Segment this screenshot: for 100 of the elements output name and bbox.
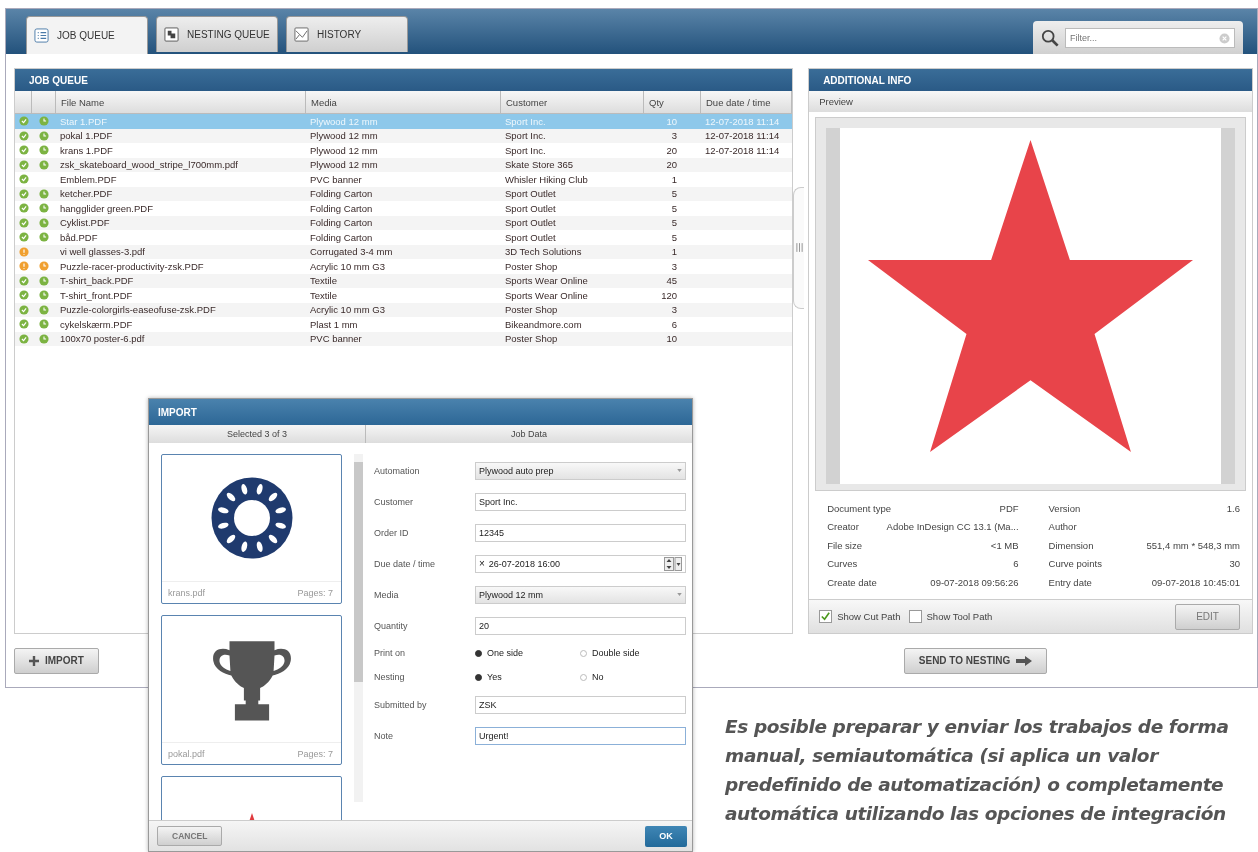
checkbox[interactable]	[908, 610, 922, 623]
table-cell-text: 3	[670, 260, 678, 272]
date-time-field[interactable]: × 26-07-2018 16:00	[475, 554, 686, 573]
radio-label: One side	[487, 648, 524, 658]
info-label: Dimension	[1048, 539, 1094, 551]
table-cell-text: Sport Outlet	[504, 217, 556, 229]
table-cell-text: PVC banner	[309, 173, 362, 185]
field-label: Order ID	[374, 527, 410, 538]
table-cell-text: Folding Carton	[309, 202, 373, 214]
column-header[interactable]: Due date / time	[701, 91, 793, 113]
table-cell-text: Plywood 12 mm	[309, 115, 378, 127]
table-cell-text: Sport Inc.	[504, 144, 546, 156]
radio-label: Double side	[592, 648, 640, 658]
field-label: Print on	[374, 648, 407, 658]
tab[interactable]: JOB QUEUE	[26, 16, 148, 54]
table-cell-text: 1	[670, 173, 678, 185]
table-cell-text: båd.PDF	[59, 231, 98, 243]
info-label: Curve points	[1048, 558, 1102, 570]
table-cell-text: Cyklist.PDF	[59, 217, 110, 229]
table-cell-text: 3	[670, 130, 678, 142]
checkbox[interactable]	[819, 610, 833, 623]
field-label: Due date / time	[374, 558, 437, 569]
table-cell-text: Folding Carton	[309, 217, 373, 229]
info-value: 551,4 mm * 548,3 mm	[1146, 539, 1240, 551]
table-cell-text: Textile	[309, 289, 337, 301]
dialog-title: IMPORT	[149, 399, 692, 425]
radio-button[interactable]	[475, 649, 482, 657]
ok-button[interactable]: OK	[645, 825, 687, 847]
radio-button[interactable]	[475, 673, 482, 681]
table-cell-text: 3D Tech Solutions	[504, 246, 582, 258]
table-cell-text: Star 1.PDF	[59, 115, 107, 127]
grip-icon[interactable]	[795, 243, 803, 252]
info-label: Document type	[827, 502, 892, 514]
info-label: Author	[1048, 521, 1077, 533]
input-field[interactable]: ZSK	[475, 695, 686, 714]
table-cell-text: 120	[660, 289, 678, 301]
table-cell-text: Sport Inc.	[504, 115, 546, 127]
table-cell-text: zsk_skateboard_wood_stripe_l700mm.pdf	[59, 159, 238, 171]
table-cell-text: Poster Shop	[504, 304, 558, 316]
column-header[interactable]: File Name	[56, 91, 306, 113]
section-label: Preview	[809, 91, 1252, 112]
table-cell-text: 6	[670, 318, 678, 330]
table-cell-text: Sports Wear Online	[504, 289, 588, 301]
table-cell-text: Whisler Hiking Club	[504, 173, 588, 185]
table-cell-text: krans 1.PDF	[59, 144, 113, 156]
table-cell-text: 12-07-2018 11:14	[704, 130, 780, 142]
table-cell-text: T-shirt_back.PDF	[59, 275, 134, 287]
info-value: 30	[1229, 558, 1240, 570]
field-label: Automation	[374, 465, 421, 476]
info-value: 09-07-2018 10:45:01	[1151, 576, 1240, 588]
table-cell-text: Poster Shop	[504, 260, 558, 272]
tab[interactable]: NESTING QUEUE	[156, 16, 278, 52]
info-label: Creator	[827, 521, 859, 533]
table-cell-text: Corrugated 3-4 mm	[309, 246, 393, 258]
table-cell-text: vi well glasses-3.pdf	[59, 246, 145, 258]
table-cell-text: Sport Outlet	[504, 188, 556, 200]
field-label: Quantity	[374, 620, 409, 631]
checkbox-label: Show Cut Path	[837, 611, 901, 622]
table-cell-text: 20	[665, 144, 678, 156]
caret-icon	[677, 593, 682, 596]
send-to-nesting-button[interactable]: SEND TO NESTING	[903, 647, 1048, 674]
file-name: pokal.pdf	[168, 748, 205, 759]
table-cell-text: Sport Outlet	[504, 231, 556, 243]
table-cell-text: Bikeandmore.com	[504, 318, 582, 330]
table-cell-text: hangglider green.PDF	[59, 202, 153, 214]
table-cell-text: 5	[670, 217, 678, 229]
tab[interactable]: HISTORY	[286, 16, 408, 52]
column-header: Selected 3 of 3	[149, 425, 366, 443]
dropdown[interactable]: Plywood auto prep	[475, 461, 686, 480]
table-cell-text: Puzzle-colorgirls-easeofuse-zsk.PDF	[59, 304, 216, 316]
info-label: File size	[827, 539, 862, 551]
import-button[interactable]: IMPORT	[14, 647, 99, 674]
field-label: Customer	[374, 496, 414, 507]
input-field[interactable]: Urgent!	[475, 726, 686, 745]
clear-icon[interactable]	[1219, 32, 1230, 44]
table-cell-text: Folding Carton	[309, 231, 373, 243]
column-header: Job Data	[510, 428, 548, 441]
table-cell-text: 45	[665, 275, 678, 287]
table-cell-text: Textile	[309, 275, 337, 287]
splitter-handle[interactable]	[793, 186, 805, 309]
dropdown[interactable]: Plywood 12 mm	[475, 585, 686, 604]
table-cell-text: Sport Outlet	[504, 202, 556, 214]
scrollbar[interactable]	[354, 454, 363, 802]
input-field[interactable]: 12345	[475, 523, 686, 542]
edit-button[interactable]: EDIT	[1175, 603, 1240, 630]
table-cell-text: ketcher.PDF	[59, 188, 113, 200]
input-field[interactable]: 20	[475, 616, 686, 635]
spinner-icon	[664, 556, 682, 571]
input-field[interactable]: Sport Inc.	[475, 492, 686, 511]
puzzle-icon	[164, 27, 179, 42]
table-cell-text: 3	[670, 304, 678, 316]
filter-field[interactable]: Filter...	[1065, 27, 1235, 48]
column-header[interactable]: Customer	[501, 91, 644, 113]
cancel-button[interactable]: CANCEL	[157, 826, 223, 846]
field-label: Note	[374, 730, 394, 741]
info-value: <1 MB	[990, 539, 1019, 551]
column-header[interactable]: Qty	[644, 91, 701, 113]
column-header[interactable]: Media	[306, 91, 501, 113]
info-value: Adobe InDesign CC 13.1 (Ma...	[886, 521, 1019, 533]
table-cell-text: Sport Inc.	[504, 130, 546, 142]
